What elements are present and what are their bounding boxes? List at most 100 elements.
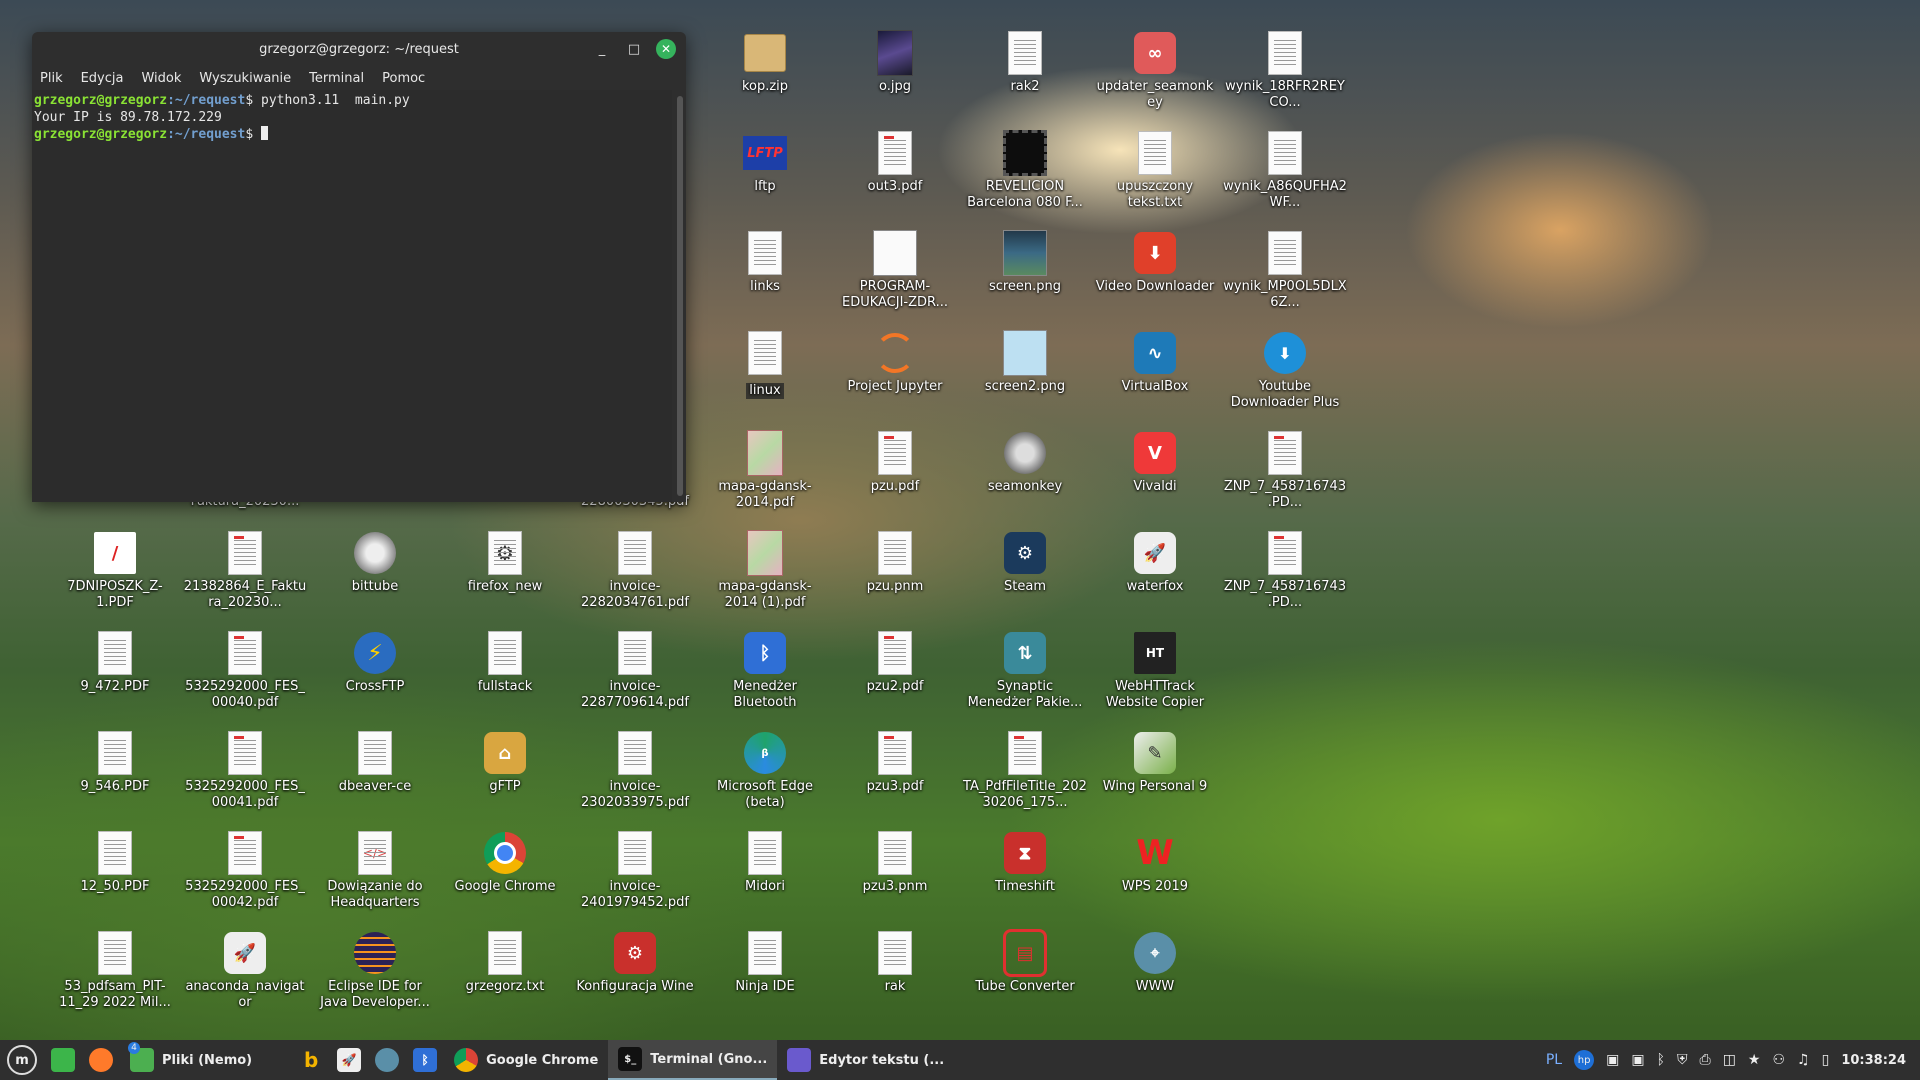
desktop-icon-12-50[interactable]: 12_50.PDF	[53, 830, 177, 895]
taskbar-app-terminal[interactable]: $_ Terminal (Gno...	[608, 1040, 778, 1080]
desktop-icon-faktura[interactable]: 21382864_E_Faktura_20230...	[183, 530, 307, 611]
desktop-icon-updater[interactable]: ∞ updater_seamonkey	[1093, 30, 1217, 111]
desktop-icon-video-dl[interactable]: ⬇ Video Downloader	[1093, 230, 1217, 295]
desktop-icon-revelicion[interactable]: REVELICION Barcelona 080 F...	[963, 130, 1087, 211]
desktop-icon-znp1[interactable]: ZNP_7_458716743.PD...	[1223, 430, 1347, 511]
desktop-icon-o-jpg[interactable]: o.jpg	[833, 30, 957, 95]
desktop-icon-fes42[interactable]: 5325292000_FES_00042.pdf	[183, 830, 307, 911]
desktop-icon-pzu2[interactable]: pzu2.pdf	[833, 630, 957, 695]
menu-wyszukiwanie[interactable]: Wyszukiwanie	[199, 71, 291, 86]
desktop-icon-seamonkey[interactable]: seamonkey	[963, 430, 1087, 495]
desktop-icon-edge[interactable]: β Microsoft Edge (beta)	[703, 730, 827, 811]
desktop-icon-crossftp[interactable]: ⚡ CrossFTP	[313, 630, 437, 695]
shield-icon[interactable]: ⛨	[1677, 1052, 1688, 1068]
desktop-icon-links[interactable]: links	[703, 230, 827, 295]
desktop-icon-wynik2[interactable]: wynik_A86QUFHA2WF...	[1223, 130, 1347, 211]
window-icon[interactable]: ◫	[1723, 1052, 1736, 1068]
desktop-icon-httrack[interactable]: HT WebHTTrack Website Copier	[1093, 630, 1217, 711]
desktop-icon-upuszczony[interactable]: upuszczony tekst.txt	[1093, 130, 1217, 211]
network-icon[interactable]: ⚇	[1772, 1052, 1785, 1068]
desktop-icon-synaptic[interactable]: ⇅ Synaptic Menedżer Pakie...	[963, 630, 1087, 711]
desktop-icon-out3[interactable]: out3.pdf	[833, 130, 957, 195]
taskbar-app-editor[interactable]: Edytor tekstu (...	[777, 1040, 954, 1080]
desktop-icon-midori[interactable]: Midori	[703, 830, 827, 895]
rocket-icon[interactable]: 🚀	[330, 1040, 368, 1080]
desktop-icon-grzegorz-txt[interactable]: grzegorz.txt	[443, 930, 567, 995]
desktop-icon-vivaldi[interactable]: V Vivaldi	[1093, 430, 1217, 495]
desktop-icon-bittube[interactable]: bittube	[313, 530, 437, 595]
minimize-icon[interactable]: _	[592, 39, 612, 59]
menu-edycja[interactable]: Edycja	[81, 71, 124, 86]
desktop-icon-fullstack[interactable]: fullstack	[443, 630, 567, 695]
desktop-icon-invoice1[interactable]: invoice-2282034761.pdf	[573, 530, 697, 611]
desktop-icon-wine[interactable]: ⚙ Konfiguracja Wine	[573, 930, 697, 995]
printer-icon[interactable]: ⎙	[1699, 1052, 1710, 1068]
menu-plik[interactable]: Plik	[40, 71, 63, 86]
terminal-content[interactable]: grzegorz@grzegorz:~/request$ python3.11 …	[32, 90, 672, 502]
desktop-icon-screen2[interactable]: screen2.png	[963, 330, 1087, 395]
menu-terminal[interactable]: Terminal	[309, 71, 364, 86]
terminal-window[interactable]: grzegorz@grzegorz: ~/request _ □ ✕ Plik …	[32, 32, 686, 502]
menu-pomoc[interactable]: Pomoc	[382, 71, 425, 86]
desktop-icon-jupyter[interactable]: Project Jupyter	[833, 330, 957, 395]
compass-icon[interactable]	[368, 1040, 406, 1080]
scrollbar[interactable]	[677, 96, 683, 496]
hp-icon[interactable]: hp	[1574, 1050, 1595, 1070]
desktop-icon-wps[interactable]: W WPS 2019	[1093, 830, 1217, 895]
window-titlebar[interactable]: grzegorz@grzegorz: ~/request _ □ ✕	[32, 32, 686, 66]
desktop-icon-wynik3[interactable]: wynik_MP0OL5DLX6Z...	[1223, 230, 1347, 311]
desktop-icon-ta-pdf[interactable]: TA_PdfFileTitle_20230206_175...	[963, 730, 1087, 811]
taskbar-app-chrome[interactable]: Google Chrome	[444, 1040, 608, 1080]
desktop-icon-kop-zip[interactable]: kop.zip	[703, 30, 827, 95]
bluetooth-icon[interactable]: ᛒ	[406, 1040, 444, 1080]
desktop-icon-wing[interactable]: ✎ Wing Personal 9	[1093, 730, 1217, 795]
sound-icon[interactable]: ♫	[1797, 1052, 1810, 1068]
desktop-icon-invoice4[interactable]: invoice-2401979452.pdf	[573, 830, 697, 911]
clock[interactable]: 10:38:24	[1841, 1053, 1906, 1068]
desktop-icon-steam[interactable]: ⚙ Steam	[963, 530, 1087, 595]
maximize-icon[interactable]: □	[624, 39, 644, 59]
star-icon[interactable]: ★	[1748, 1052, 1761, 1068]
desktop-icon-wynik1[interactable]: wynik_18RFR2REYCO...	[1223, 30, 1347, 111]
desktop-icon-9-472[interactable]: 9_472.PDF	[53, 630, 177, 695]
desktop-icon-invoice2[interactable]: invoice-2287709614.pdf	[573, 630, 697, 711]
desktop-icon-tube[interactable]: ▤ Tube Converter	[963, 929, 1087, 995]
desktop-icon-pzu3-pnm[interactable]: pzu3.pnm	[833, 830, 957, 895]
desktop-icon-anaconda[interactable]: 🚀 anaconda_navigator	[183, 930, 307, 1011]
desktop-icon-program[interactable]: PROGRAM-EDUKACJI-ZDR...	[833, 230, 957, 311]
bluetooth-tray-icon[interactable]: ᛒ	[1657, 1052, 1665, 1068]
desktop-icon-dowiazanie[interactable]: </> Dowiązanie do Headquarters	[313, 830, 437, 911]
taskbar-app-files[interactable]: 4 Pliki (Nemo)	[120, 1040, 262, 1080]
desktop-icon-rak[interactable]: rak	[833, 930, 957, 995]
close-icon[interactable]: ✕	[656, 39, 676, 59]
firefox-icon[interactable]	[82, 1040, 120, 1080]
desktop-icon-linux[interactable]: linux	[703, 330, 827, 399]
desktop-icon-waterfox[interactable]: 🚀 waterfox	[1093, 530, 1217, 595]
desktop-icon-rak2[interactable]: rak2	[963, 30, 1087, 95]
desktop-icon-firefox-new[interactable]: ⚙ firefox_new	[443, 530, 567, 595]
desktop-icon-fes40[interactable]: 5325292000_FES_00040.pdf	[183, 630, 307, 711]
desktop-icon-fes41[interactable]: 5325292000_FES_00041.pdf	[183, 730, 307, 811]
desktop-icon-virtualbox[interactable]: ∿ VirtualBox	[1093, 330, 1217, 395]
clipboard-icon[interactable]: ▣	[1606, 1052, 1619, 1068]
desktop-icon-gftp[interactable]: ⌂ gFTP	[443, 730, 567, 795]
desktop-icon-mapa2[interactable]: mapa-gdansk-2014 (1).pdf	[703, 530, 827, 611]
battery-icon[interactable]: ▯	[1822, 1052, 1830, 1068]
desktop-icon-invoice3[interactable]: invoice-2302033975.pdf	[573, 730, 697, 811]
desktop-icon-dniposzk[interactable]: / 7DNIPOSZK_Z-1.PDF	[53, 530, 177, 611]
menu-widok[interactable]: Widok	[141, 71, 181, 86]
desktop-icon-chrome[interactable]: Google Chrome	[443, 830, 567, 895]
keyboard-layout[interactable]: PL	[1546, 1052, 1562, 1068]
clipboard-icon[interactable]: ▣	[1631, 1052, 1644, 1068]
desktop-icon-ninja[interactable]: Ninja IDE	[703, 930, 827, 995]
desktop-icon-pzu-pdf[interactable]: pzu.pdf	[833, 430, 957, 495]
desktop-icon-pdfsam[interactable]: 53_pdfsam_PIT-11_29 2022 Mil...	[53, 930, 177, 1011]
bing-icon[interactable]: b	[292, 1040, 330, 1080]
desktop-icon-screen[interactable]: screen.png	[963, 230, 1087, 295]
desktop-icon-dbeaver[interactable]: dbeaver-ce	[313, 730, 437, 795]
desktop-icon-www[interactable]: ⌖ WWW	[1093, 930, 1217, 995]
desktop-icon-bluetooth[interactable]: ᛒ Menedżer Bluetooth	[703, 630, 827, 711]
show-desktop-icon[interactable]	[44, 1040, 82, 1080]
desktop-icon-timeshift[interactable]: ⧗ Timeshift	[963, 830, 1087, 895]
desktop-icon-lftp[interactable]: LFTP lftp	[703, 130, 827, 195]
